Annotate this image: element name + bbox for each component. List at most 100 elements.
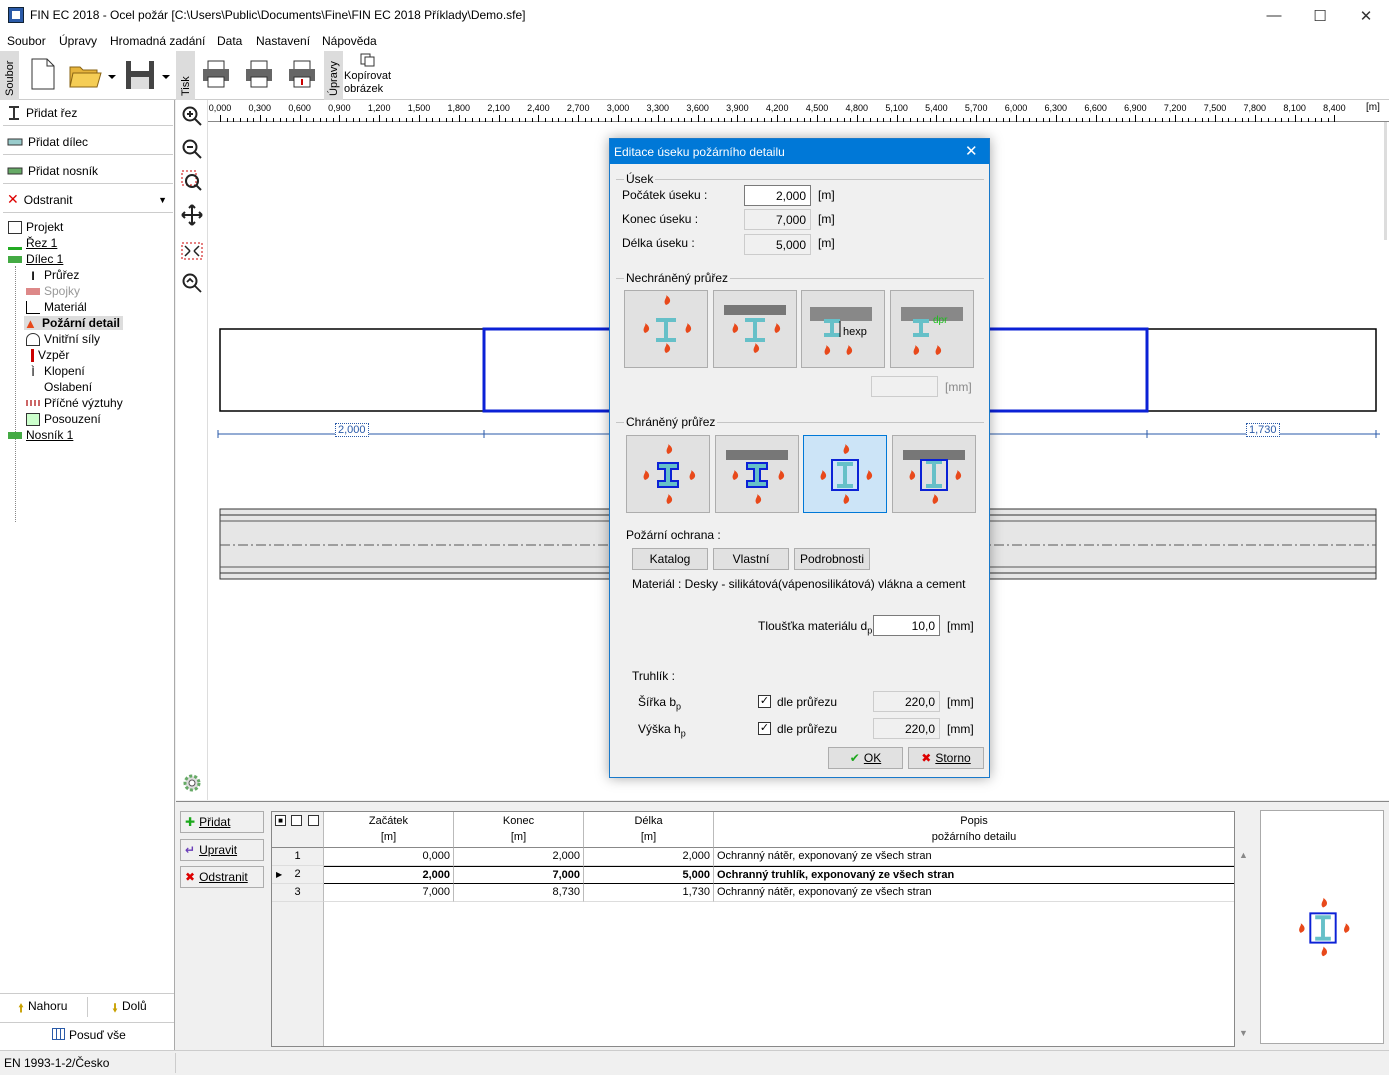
ruler-tick	[226, 118, 228, 122]
tree-project[interactable]: Projekt	[8, 220, 63, 234]
stiffener-icon	[26, 400, 40, 406]
details-button[interactable]: Podrobnosti	[794, 548, 870, 570]
ruler-tick	[346, 118, 348, 122]
tree-section-1[interactable]: Řez 1	[8, 236, 57, 250]
menu-help[interactable]: Nápověda	[322, 34, 377, 48]
protection-label: Požární ochrana :	[626, 528, 721, 542]
scroll-down-icon[interactable]: ▼	[1239, 1028, 1248, 1038]
height-by-section-checkbox[interactable]: ✓	[758, 722, 771, 735]
add-beam-button[interactable]: Přidat nosník	[3, 158, 173, 184]
catalog-button[interactable]: Katalog	[632, 548, 708, 570]
tree-buckling[interactable]: Vzpěr	[26, 348, 69, 362]
tree-lateral-torsional[interactable]: Ì Klopení	[26, 364, 84, 379]
zoom-window-icon[interactable]	[181, 170, 203, 192]
new-file-icon[interactable]	[28, 57, 58, 91]
add-member-button[interactable]: Přidat dílec	[3, 129, 173, 155]
ruler-tick	[664, 118, 666, 122]
copy-image-button[interactable]: Kopírovat obrázek	[344, 70, 396, 96]
tree-fire-detail[interactable]: ▲ Požární detail	[24, 316, 124, 330]
ruler-tick	[419, 115, 420, 122]
ruler-tick	[578, 115, 580, 122]
menu-data[interactable]: Data	[217, 34, 242, 48]
chevron-down-icon: ▼	[158, 194, 167, 205]
ruler-tick	[823, 118, 825, 122]
protected-box-icon	[820, 444, 873, 504]
close-window-button[interactable]: ✕	[1343, 0, 1389, 31]
remove-button[interactable]: ✕ Odstranit ▼	[3, 187, 173, 213]
check-all-button[interactable]: Posuď vše	[52, 1028, 126, 1042]
cancel-button[interactable]: ✖ Storno	[908, 747, 984, 769]
select-all-icon[interactable]: ■	[275, 815, 286, 826]
copy-rows-icon[interactable]	[291, 815, 302, 826]
open-file-icon[interactable]	[68, 57, 116, 91]
menu-file[interactable]: Soubor	[7, 34, 46, 48]
tree-connectors[interactable]: Spojky	[26, 284, 80, 298]
minimize-button[interactable]: —	[1251, 0, 1297, 31]
protected-contour-three-sides-button[interactable]	[715, 435, 799, 513]
edit-row-button[interactable]: ↵ Upravit	[180, 839, 264, 861]
table-scrollbar[interactable]: ▲ ▼	[1237, 848, 1251, 1044]
preview-box-section-icon	[1299, 897, 1350, 957]
protected-contour-all-sides-button[interactable]	[626, 435, 710, 513]
unprotected-partially-embedded-button[interactable]: dpr	[890, 290, 974, 368]
ruler-tick	[870, 118, 872, 122]
ok-button[interactable]: ✔ OK	[828, 747, 903, 769]
segments-table[interactable]: ■ Začátek [m] Konec [m] Délka [m] Popis požá…	[271, 811, 1235, 1047]
tree-member-1[interactable]: Dílec 1	[8, 252, 63, 266]
ruler-tick	[438, 118, 440, 122]
print-icon[interactable]	[201, 57, 231, 91]
tree-beam-1[interactable]: Nosník 1	[8, 428, 73, 442]
move-up-button[interactable]: 🠙 Nahoru	[18, 999, 67, 1020]
ruler-tick	[425, 118, 427, 122]
ruler-label: 4,800	[845, 103, 869, 113]
cancel-icon: ✖	[921, 751, 932, 765]
ruler-tick	[1035, 118, 1037, 122]
move-down-button[interactable]: 🠛 Dolů	[112, 999, 147, 1020]
thickness-input[interactable]: 10,0	[873, 615, 940, 636]
settings-gear-icon[interactable]	[181, 772, 203, 794]
print-export-icon[interactable]	[287, 57, 317, 91]
menu-settings[interactable]: Nastavení	[256, 34, 310, 48]
unprotected-three-sides-button[interactable]	[713, 290, 797, 368]
arrow-up-icon: 🠙	[18, 1001, 25, 1015]
own-button[interactable]: Vlastní	[713, 548, 789, 570]
tree-cross-section[interactable]: I Průřez	[26, 268, 79, 283]
zoom-in-icon[interactable]	[181, 105, 203, 127]
ruler-tick	[405, 118, 407, 122]
unprotected-all-sides-button[interactable]	[624, 290, 708, 368]
fit-view-icon[interactable]	[181, 240, 203, 262]
ruler-tick	[1155, 118, 1157, 122]
tree-material[interactable]: Materiál	[26, 300, 87, 314]
protected-box-three-sides-button[interactable]	[892, 435, 976, 513]
maximize-button[interactable]: ☐	[1297, 0, 1343, 31]
ruler-tick	[1234, 118, 1236, 122]
ruler-label: 0,300	[248, 103, 272, 113]
menu-bulk-input[interactable]: Hromadná zadání	[110, 34, 205, 48]
tree-weakening[interactable]: Oslabení	[26, 380, 92, 394]
tree-stiffeners[interactable]: Příčné výztuhy	[26, 396, 123, 410]
ruler-tick	[1327, 118, 1329, 122]
add-section-button[interactable]: Přidat řez	[3, 100, 173, 126]
protected-box-all-sides-button[interactable]	[803, 435, 887, 513]
start-input[interactable]: 2,000	[744, 185, 811, 206]
dialog-close-icon[interactable]: ✕	[965, 142, 978, 160]
delete-row-button[interactable]: ✖ Odstranit	[180, 866, 264, 888]
canvas-scroll-track[interactable]	[1384, 110, 1387, 240]
paste-rows-icon[interactable]	[308, 815, 319, 826]
plus-icon: ✚	[185, 815, 196, 829]
print-preview-icon[interactable]	[244, 57, 274, 91]
tree-internal-forces[interactable]: Vnitřní síly	[26, 332, 100, 346]
beam-node-icon	[8, 431, 22, 439]
unprotected-embedded-button[interactable]: hexp	[801, 290, 885, 368]
nav-divider	[87, 997, 88, 1017]
scroll-up-icon[interactable]: ▲	[1239, 850, 1248, 860]
save-file-icon[interactable]	[124, 57, 172, 91]
pan-icon[interactable]	[181, 204, 203, 226]
zoom-out-icon[interactable]	[181, 138, 203, 160]
zoom-previous-icon[interactable]	[181, 272, 203, 294]
add-row-button[interactable]: ✚ Přidat	[180, 811, 264, 833]
menu-edit[interactable]: Úpravy	[59, 34, 97, 48]
tree-check[interactable]: Posouzení	[26, 412, 101, 426]
ruler-tick	[830, 118, 832, 122]
width-by-section-checkbox[interactable]: ✓	[758, 695, 771, 708]
